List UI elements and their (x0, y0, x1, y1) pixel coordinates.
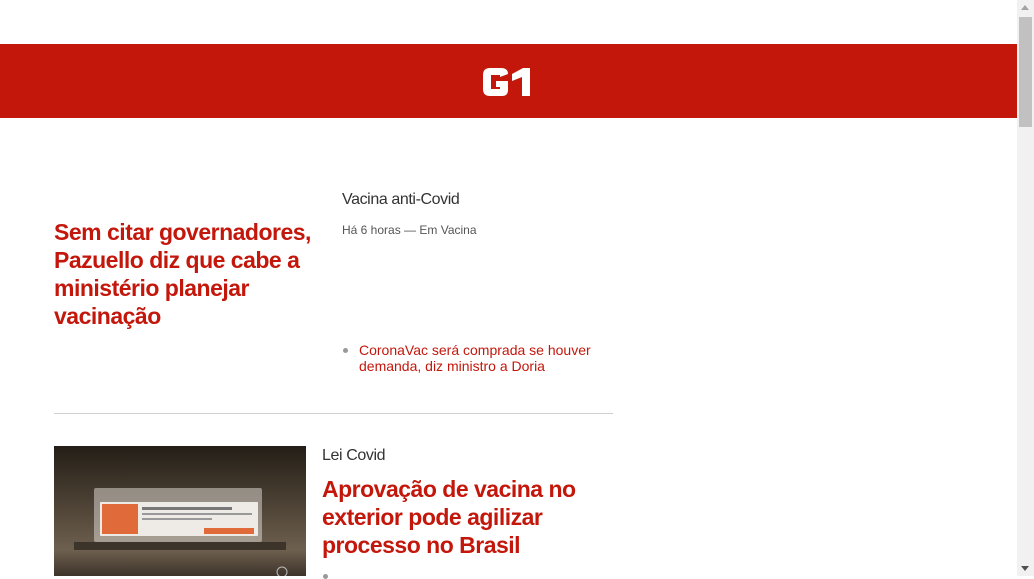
related-link[interactable]: CoronaVac será comprada se houver demand… (359, 342, 612, 374)
page-scrollbar[interactable] (1017, 0, 1034, 576)
vaccine-box-photo-icon (54, 446, 306, 576)
site-header (0, 44, 1017, 118)
bullet-icon (323, 574, 328, 579)
scroll-thumb[interactable] (1019, 17, 1032, 127)
feed-item-2-image[interactable] (54, 446, 306, 576)
feed-item-1-section: Vacina anti-Covid (342, 191, 460, 208)
feed-item-2-headline[interactable]: Aprovação de vacina no exterior pode agi… (322, 475, 612, 559)
feed-item-1-related-list: CoronaVac será comprada se houver demand… (342, 342, 612, 374)
g1-logo-icon (483, 68, 530, 96)
scroll-down-arrow-icon[interactable] (1021, 566, 1029, 571)
related-item: CoronaVac será comprada se houver demand… (342, 342, 612, 374)
feed-divider (54, 413, 613, 414)
feed-item-1-headline[interactable]: Sem citar governadores, Pazuello diz que… (54, 218, 324, 330)
feed-item-2-section: Lei Covid (322, 447, 386, 464)
scroll-up-arrow-icon[interactable] (1021, 5, 1029, 10)
bullet-icon (343, 348, 348, 353)
feed-item-1-meta: Há 6 horas — Em Vacina (342, 223, 477, 237)
